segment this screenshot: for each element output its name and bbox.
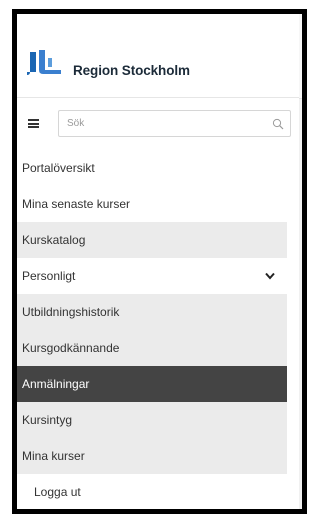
logout-link[interactable]: Logga ut bbox=[17, 474, 287, 509]
chevron-down-icon[interactable] bbox=[265, 272, 275, 280]
sidebar-item-mina-kurser[interactable]: Mina kurser bbox=[17, 438, 287, 474]
sidebar: Region Stockholm Portalöversikt Mina sen… bbox=[17, 14, 299, 509]
region-stockholm-logo-icon bbox=[27, 50, 61, 75]
sidebar-menu: Portalöversikt Mina senaste kurser Kursk… bbox=[17, 150, 299, 509]
search-box bbox=[58, 110, 291, 137]
sidebar-item-anmalningar[interactable]: Anmälningar bbox=[17, 366, 287, 402]
search-icon[interactable] bbox=[272, 118, 284, 130]
sidebar-item-mina-senaste-kurser[interactable]: Mina senaste kurser bbox=[17, 186, 287, 222]
sidebar-item-personligt[interactable]: Personligt bbox=[17, 258, 287, 294]
sidebar-header: Region Stockholm bbox=[17, 14, 299, 98]
sidebar-item-label: Personligt bbox=[22, 269, 76, 283]
hamburger-icon[interactable] bbox=[28, 119, 39, 128]
content-header-edge bbox=[299, 14, 302, 99]
search-input[interactable] bbox=[59, 111, 259, 136]
logo-text: Region Stockholm bbox=[73, 63, 190, 78]
sidebar-item-kurskatalog[interactable]: Kurskatalog bbox=[17, 222, 287, 258]
sidebar-item-kursintyg[interactable]: Kursintyg bbox=[17, 402, 287, 438]
sidebar-item-utbildningshistorik[interactable]: Utbildningshistorik bbox=[17, 294, 287, 330]
search-row bbox=[17, 104, 299, 142]
content-area-edge bbox=[299, 14, 302, 509]
screenshot-frame: Region Stockholm Portalöversikt Mina sen… bbox=[12, 9, 307, 514]
sidebar-item-portaloversikt[interactable]: Portalöversikt bbox=[17, 150, 287, 186]
sidebar-item-kursgodkannande[interactable]: Kursgodkännande bbox=[17, 330, 287, 366]
